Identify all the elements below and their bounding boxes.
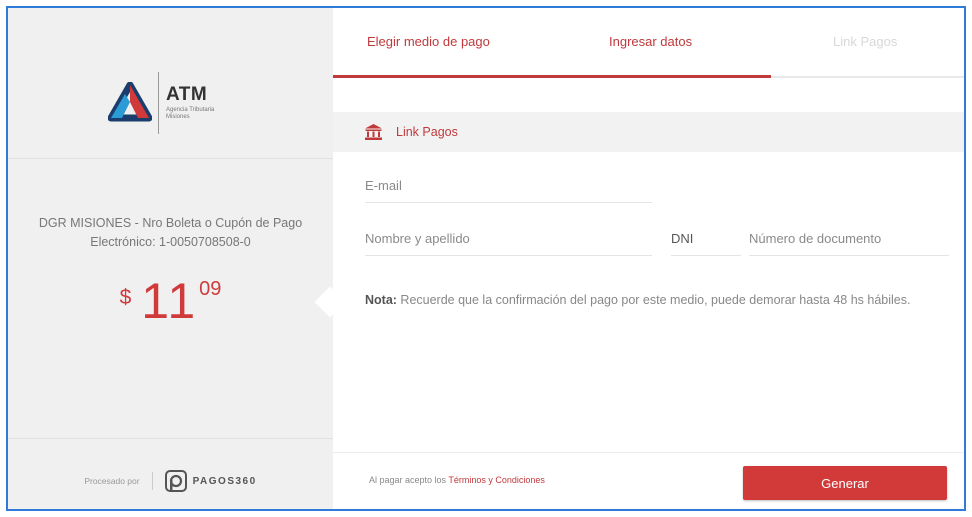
section-header: Link Pagos <box>333 112 964 152</box>
footer-separator <box>151 472 153 490</box>
pagos360-name: PAGOS360 <box>192 475 257 487</box>
note-label: Nota: <box>365 293 397 307</box>
section-title: Link Pagos <box>396 125 458 139</box>
terms-text: Al pagar acepto los Términos y Condicion… <box>369 475 545 485</box>
processed-by-label: Procesado por <box>84 476 140 486</box>
right-panel: Elegir medio de pago Ingresar datos Link… <box>333 8 964 509</box>
atm-logo: ATM Agencia Tributaria Misiones <box>108 70 238 136</box>
doc-number-field <box>749 222 949 256</box>
steps-tabs: Elegir medio de pago Ingresar datos Link… <box>333 8 964 78</box>
generate-button[interactable]: Generar <box>743 466 947 500</box>
left-divider <box>8 158 333 159</box>
terms-link[interactable]: Términos y Condiciones <box>448 475 545 485</box>
left-footer-divider <box>8 438 333 439</box>
left-panel: ATM Agencia Tributaria Misiones DGR MISI… <box>8 8 333 509</box>
email-input[interactable] <box>365 169 652 202</box>
doc-type-field <box>671 222 741 256</box>
payment-amount: $11 09 <box>8 272 333 330</box>
atm-logo-icon <box>108 82 152 122</box>
amount-integer: 11 <box>141 273 198 329</box>
logo-separator <box>158 72 159 134</box>
logo-name: ATM <box>166 84 208 105</box>
tab-link-pagos: Link Pagos <box>833 34 898 49</box>
pagos360-icon <box>164 470 187 492</box>
pagos360-logo: PAGOS360 <box>164 470 257 492</box>
processed-by-footer: Procesado por PAGOS360 <box>8 470 333 492</box>
payment-widget: ATM Agencia Tributaria Misiones DGR MISI… <box>6 6 966 511</box>
logo-subtitle: Agencia Tributaria Misiones <box>166 107 215 120</box>
right-footer-divider <box>333 452 964 453</box>
note-text: Recuerde que la confirmación del pago po… <box>396 293 911 307</box>
bank-icon <box>365 124 382 140</box>
tab-ingresar-datos[interactable]: Ingresar datos <box>609 34 692 49</box>
doc-type-input[interactable] <box>671 222 741 255</box>
tab-elegir-medio[interactable]: Elegir medio de pago <box>367 34 490 49</box>
name-input[interactable] <box>365 222 652 255</box>
currency-symbol: $ <box>119 286 132 309</box>
amount-decimal: 09 <box>199 278 222 300</box>
name-field <box>365 222 652 256</box>
terms-prefix: Al pagar acepto los <box>369 475 449 485</box>
doc-number-input[interactable] <box>749 222 949 255</box>
payment-description: DGR MISIONES - Nro Boleta o Cupón de Pag… <box>38 216 303 249</box>
payment-note: Nota: Recuerde que la confirmación del p… <box>365 291 935 310</box>
email-field <box>365 169 652 203</box>
logo-text: ATM Agencia Tributaria Misiones <box>166 85 238 121</box>
progress-fill <box>333 75 772 78</box>
